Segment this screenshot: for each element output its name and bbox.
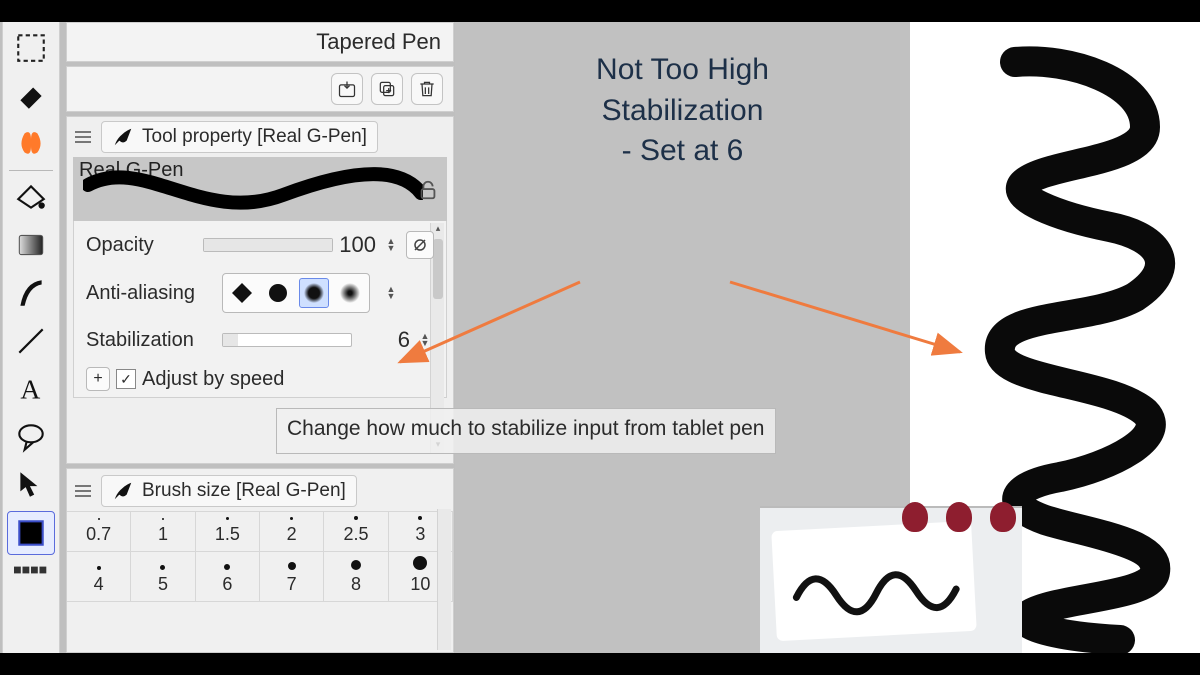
opacity-row: Opacity 100	[86, 231, 434, 259]
opacity-dynamics-button[interactable]	[406, 231, 434, 259]
line-tool[interactable]	[7, 319, 55, 363]
fill-tool[interactable]	[7, 175, 55, 219]
brush-size-value: 6	[222, 574, 232, 595]
brush-size-value: 1	[158, 524, 168, 545]
brush-size-value: 10	[410, 574, 430, 595]
adjust-by-speed-checkbox[interactable]: ✓	[116, 369, 136, 389]
brush-size-value: 7	[287, 574, 297, 595]
aa-option-weak[interactable]	[263, 278, 293, 308]
swatch-strip-icon[interactable]	[7, 559, 55, 581]
stabilization-slider[interactable]	[222, 333, 352, 347]
opacity-value: 100	[339, 232, 376, 258]
adjust-by-speed-label: Adjust by speed	[142, 368, 284, 391]
opacity-label: Opacity	[86, 234, 197, 257]
text-tool[interactable]: A	[7, 367, 55, 411]
tablet-photo	[760, 506, 1022, 653]
brush-size-grid: 0.7 1 1.5 2 2.5 3 4 5 6 7 8 10	[67, 511, 453, 602]
stabilization-value: 6	[398, 327, 410, 353]
brush-size-value: 0.7	[86, 524, 111, 545]
blend-tool[interactable]	[7, 122, 55, 166]
svg-text:A: A	[20, 374, 40, 405]
aa-spinner[interactable]	[382, 286, 400, 300]
brush-size-cell[interactable]: 4	[67, 552, 131, 602]
anti-aliasing-options	[222, 273, 370, 313]
brush-size-cell[interactable]: 8	[324, 552, 388, 602]
brush-size-scrollbar[interactable]	[437, 509, 451, 650]
brush-size-cell[interactable]: 2.5	[324, 512, 388, 552]
brush-size-tab[interactable]: Brush size [Real G-Pen]	[101, 475, 357, 507]
stabilization-row: Stabilization 6	[86, 327, 434, 353]
brush-size-dot-icon	[413, 556, 427, 570]
aa-option-medium[interactable]	[299, 278, 329, 308]
move-tool[interactable]	[7, 463, 55, 507]
brush-size-dot-icon	[418, 516, 422, 520]
brush-size-dot-icon	[224, 564, 230, 570]
brush-size-value: 2.5	[343, 524, 368, 545]
import-preset-button[interactable]	[331, 73, 363, 105]
anti-aliasing-row: Anti-aliasing	[86, 273, 434, 313]
aa-option-strong[interactable]	[335, 278, 365, 308]
brush-icon	[112, 126, 134, 148]
expand-button[interactable]: +	[86, 367, 110, 391]
hand-icon	[902, 502, 1016, 532]
brush-size-dot-icon	[288, 562, 296, 570]
duplicate-preset-button[interactable]	[371, 73, 403, 105]
brush-size-value: 3	[415, 524, 425, 545]
adjust-by-speed-row: + ✓ Adjust by speed	[86, 367, 434, 391]
brush-size-value: 5	[158, 574, 168, 595]
color-tool[interactable]	[7, 511, 55, 555]
brush-size-dot-icon	[162, 518, 164, 520]
delete-preset-button[interactable]	[411, 73, 443, 105]
brush-preset-label: Tapered Pen	[316, 29, 441, 55]
panel-menu-icon[interactable]	[73, 127, 93, 147]
brush-size-value: 4	[94, 574, 104, 595]
tool-property-title: Tool property [Real G-Pen]	[142, 126, 367, 148]
brush-size-value: 8	[351, 574, 361, 595]
tool-sidebar: A	[2, 22, 60, 653]
anti-aliasing-label: Anti-aliasing	[86, 282, 216, 305]
brush-preset-row[interactable]: Tapered Pen	[66, 22, 454, 62]
brush-size-dot-icon	[290, 517, 293, 520]
stabilization-tooltip: Change how much to stabilize input from …	[276, 408, 776, 454]
brush-size-dot-icon	[98, 518, 100, 520]
brush-preview[interactable]: Real G-Pen	[73, 157, 447, 221]
brush-size-value: 1.5	[215, 524, 240, 545]
brush-size-value: 2	[287, 524, 297, 545]
brush-size-cell[interactable]: 0.7	[67, 512, 131, 552]
brush-size-cell[interactable]: 5	[131, 552, 195, 602]
brush-size-cell[interactable]: 2	[260, 512, 324, 552]
brush-size-cell[interactable]: 7	[260, 552, 324, 602]
brush-size-title: Brush size [Real G-Pen]	[142, 480, 346, 502]
brush-size-dot-icon	[354, 516, 358, 520]
brush-preset-actions	[66, 66, 454, 112]
gradient-tool[interactable]	[7, 223, 55, 267]
brush-preview-stroke	[83, 165, 423, 221]
annotation-title: Not Too High Stabilization - Set at 6	[596, 50, 769, 172]
brush-size-dot-icon	[160, 565, 165, 570]
stabilization-spinner[interactable]	[416, 333, 434, 347]
opacity-spinner[interactable]	[382, 238, 400, 252]
marquee-tool[interactable]	[7, 26, 55, 70]
balloon-tool[interactable]	[7, 415, 55, 459]
panel-menu-icon[interactable]	[73, 481, 93, 501]
pen-tool[interactable]	[7, 271, 55, 315]
opacity-slider[interactable]	[203, 238, 333, 252]
brush-size-dot-icon	[97, 566, 101, 570]
brush-size-cell[interactable]: 6	[196, 552, 260, 602]
stabilization-label: Stabilization	[86, 329, 216, 352]
brush-size-dot-icon	[351, 560, 361, 570]
brush-size-cell[interactable]: 1.5	[196, 512, 260, 552]
brush-icon	[112, 480, 134, 502]
brush-size-cell[interactable]: 1	[131, 512, 195, 552]
aa-option-none[interactable]	[227, 278, 257, 308]
brush-size-panel: Brush size [Real G-Pen] 0.7 1 1.5 2 2.5 3 4 5 6 7…	[66, 468, 454, 653]
brush-size-dot-icon	[226, 517, 229, 520]
lock-icon[interactable]	[417, 179, 439, 201]
tool-property-tab[interactable]: Tool property [Real G-Pen]	[101, 121, 378, 153]
eraser-tool[interactable]	[7, 74, 55, 118]
